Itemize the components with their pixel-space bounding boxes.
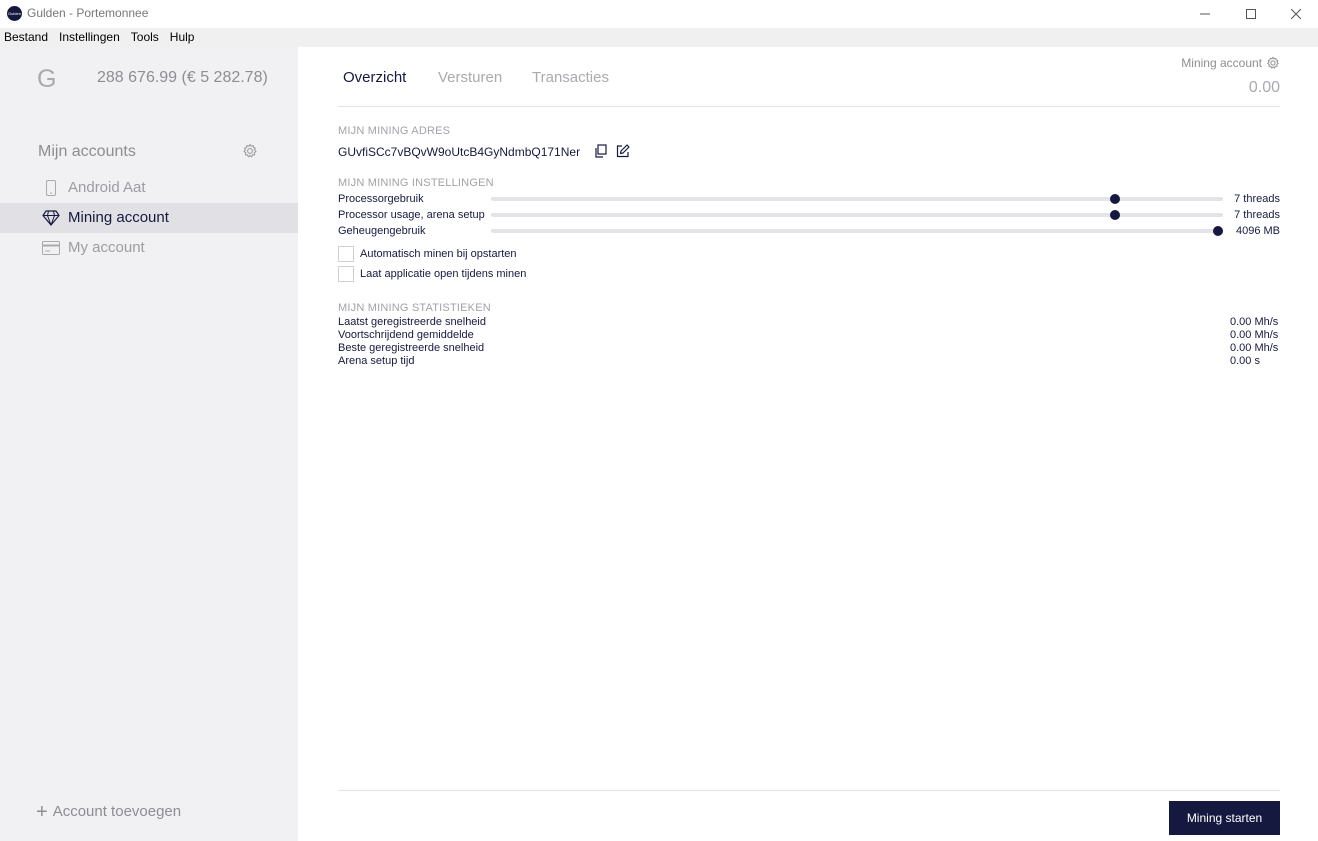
- tab-overview[interactable]: Overzicht: [343, 69, 406, 86]
- slider-track: [491, 229, 1223, 233]
- close-button[interactable]: [1273, 0, 1318, 28]
- checkbox-label: Automatisch minen bij opstarten: [360, 248, 517, 260]
- memory-usage-slider[interactable]: [491, 225, 1223, 236]
- account-label: Mining account: [68, 209, 169, 226]
- menu-bar: Bestand Instellingen Tools Hulp: [0, 28, 1318, 47]
- stat-value: 0.00 s: [1230, 355, 1260, 367]
- menu-bestand[interactable]: Bestand: [4, 28, 48, 47]
- slider-value: 4096 MB: [1235, 225, 1280, 237]
- window-title: Gulden - Portemonnee: [27, 6, 149, 20]
- header-account-name: Mining account: [1181, 56, 1262, 70]
- slider-label: Geheugengebruik: [338, 225, 426, 237]
- plus-icon: +: [36, 800, 48, 823]
- start-mining-button[interactable]: Mining starten: [1169, 801, 1280, 835]
- stat-label: Laatst geregistreerde snelheid: [338, 316, 486, 328]
- tab-transactions[interactable]: Transacties: [532, 69, 609, 86]
- minimize-button[interactable]: [1182, 0, 1228, 28]
- total-balance: 288 676.99 (€ 5 282.78): [97, 69, 268, 86]
- divider: [338, 106, 1280, 107]
- account-balance: 0.00: [1248, 79, 1280, 96]
- main-panel: Overzicht Versturen Transacties Mining a…: [298, 47, 1318, 841]
- slider-label: Processorgebruik: [338, 193, 424, 205]
- account-label: My account: [68, 239, 145, 256]
- stat-value: 0.00 Mh/s: [1230, 329, 1279, 341]
- menu-hulp[interactable]: Hulp: [170, 28, 195, 47]
- mining-address-title: MIJN MINING ADRES: [338, 125, 451, 137]
- maximize-icon: [1246, 9, 1256, 19]
- slider-handle[interactable]: [1109, 210, 1120, 220]
- sidebar-item-mining-account[interactable]: Mining account: [0, 203, 298, 233]
- card-icon: [42, 240, 60, 256]
- stat-value: 0.00 Mh/s: [1230, 342, 1279, 354]
- slider-value: 7 threads: [1234, 209, 1280, 221]
- auto-mine-checkbox[interactable]: [338, 246, 354, 262]
- stat-label: Arena setup tijd: [338, 355, 415, 367]
- slider-value: 7 threads: [1234, 193, 1280, 205]
- diamond-icon: [42, 210, 60, 226]
- add-account-label: Account toevoegen: [52, 803, 182, 820]
- checkbox-label: Laat applicatie open tijdens minen: [360, 268, 527, 280]
- slider-label: Processor usage, arena setup: [338, 209, 485, 221]
- gear-icon[interactable]: [1266, 56, 1280, 70]
- divider: [338, 790, 1280, 791]
- gulden-g-icon: G: [37, 65, 57, 93]
- mining-stats-title: MIJN MINING STATISTIEKEN: [338, 302, 491, 314]
- gulden-logo-icon: Gulden: [7, 6, 22, 21]
- arena-setup-slider[interactable]: [491, 209, 1223, 220]
- tab-send[interactable]: Versturen: [438, 69, 502, 86]
- mining-address: GUvfiSCc7vBQvW9oUtcB4GyNdmbQ171Ner: [338, 145, 581, 159]
- add-account-button[interactable]: + Account toevoegen: [36, 800, 182, 823]
- menu-tools[interactable]: Tools: [131, 28, 159, 47]
- close-icon: [1291, 9, 1301, 19]
- stat-value: 0.00 Mh/s: [1230, 316, 1279, 328]
- phone-icon: [42, 180, 60, 196]
- slider-handle[interactable]: [1109, 194, 1120, 204]
- processor-usage-slider[interactable]: [491, 193, 1223, 204]
- keep-open-checkbox[interactable]: [338, 266, 354, 282]
- minimize-icon: [1200, 13, 1210, 15]
- title-bar: Gulden Gulden - Portemonnee: [0, 0, 1318, 28]
- auto-mine-checkbox-row[interactable]: Automatisch minen bij opstarten: [338, 246, 517, 262]
- edit-icon[interactable]: [616, 144, 630, 158]
- copy-icon[interactable]: [594, 144, 608, 158]
- mining-settings-title: MIJN MINING INSTELLINGEN: [338, 177, 494, 189]
- stat-label: Voortschrijdend gemiddelde: [338, 329, 474, 341]
- slider-handle[interactable]: [1212, 226, 1223, 236]
- accounts-title: Mijn accounts: [38, 143, 136, 160]
- menu-instellingen[interactable]: Instellingen: [59, 28, 120, 47]
- account-label: Android Aat: [68, 179, 146, 196]
- gear-icon[interactable]: [242, 143, 258, 159]
- maximize-button[interactable]: [1228, 0, 1274, 28]
- sidebar-item-my-account[interactable]: My account: [0, 233, 298, 263]
- keep-open-checkbox-row[interactable]: Laat applicatie open tijdens minen: [338, 266, 526, 282]
- sidebar-item-android-aat[interactable]: Android Aat: [0, 173, 298, 203]
- stat-label: Beste geregistreerde snelheid: [338, 342, 485, 354]
- sidebar: G 288 676.99 (€ 5 282.78) Mijn accounts …: [0, 47, 298, 841]
- header-account: Mining account: [1181, 56, 1280, 70]
